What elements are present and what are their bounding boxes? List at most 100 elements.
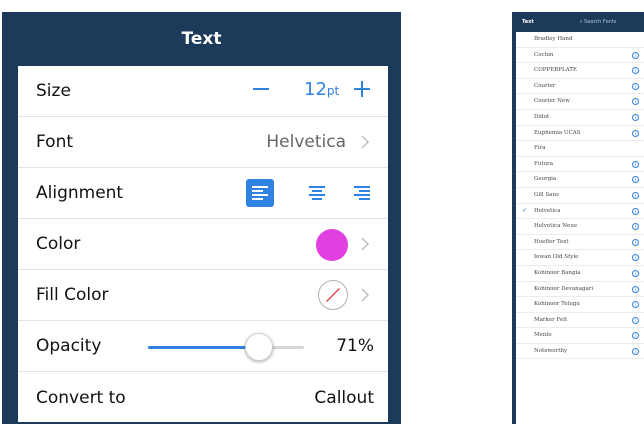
- font-name: Cochin: [534, 51, 554, 58]
- convert-to-value: Callout: [314, 387, 374, 408]
- font-list-item[interactable]: Kohinoor Telugu i: [516, 297, 644, 313]
- font-list-item[interactable]: Helvetica Neue i: [516, 219, 644, 235]
- no-fill-swatch-icon: [318, 280, 348, 310]
- font-list-item[interactable]: Bradley Hand: [516, 32, 644, 48]
- font-name: Kohinoor Bangla: [534, 269, 581, 276]
- size-label: Size: [36, 81, 71, 101]
- alignment-row: Alignment: [18, 168, 388, 219]
- align-center-icon[interactable]: [303, 179, 331, 207]
- info-icon[interactable]: i: [632, 285, 639, 293]
- font-list-item[interactable]: ✓ Helvetica i: [516, 204, 644, 220]
- font-picker-title: Text: [522, 19, 534, 25]
- font-list-item[interactable]: Kohinoor Bangla i: [516, 266, 644, 282]
- chevron-right-icon: [361, 237, 370, 251]
- font-name: Courier: [534, 82, 556, 89]
- font-list-item[interactable]: Cochin i: [516, 48, 644, 64]
- opacity-slider[interactable]: [148, 333, 304, 361]
- panel-header: Text: [2, 12, 401, 66]
- font-name: Kohinoor Telugu: [534, 301, 580, 308]
- font-list-item[interactable]: Gill Sans i: [516, 188, 644, 204]
- font-list-item[interactable]: Menlo i: [516, 328, 644, 344]
- font-list-item[interactable]: Georgia i: [516, 172, 644, 188]
- info-icon[interactable]: i: [632, 223, 639, 231]
- info-icon[interactable]: i: [632, 254, 639, 262]
- search-fonts-input[interactable]: ⌕ Search Fonts: [580, 19, 617, 25]
- font-list: Bradley Hand Cochin i COPPERPLATE i Courier i C…: [516, 32, 644, 424]
- font-name: Fira: [534, 145, 546, 152]
- font-list-item[interactable]: COPPERPLATE i: [516, 63, 644, 79]
- info-icon[interactable]: i: [632, 269, 639, 277]
- font-name: Didot: [534, 113, 550, 120]
- info-icon[interactable]: i: [632, 301, 639, 309]
- font-name: Georgia: [534, 176, 557, 183]
- font-name: Iowan Old Style: [534, 254, 579, 261]
- align-left-icon[interactable]: [246, 179, 274, 207]
- font-name: Noteworthy: [534, 347, 568, 354]
- alignment-label: Alignment: [36, 183, 124, 203]
- font-name: Hoefler Text: [534, 238, 569, 245]
- convert-to-row[interactable]: Convert to Callout: [18, 372, 388, 423]
- info-icon[interactable]: i: [632, 82, 639, 90]
- font-picker-panel: Text ⌕ Search Fonts Bradley Hand Cochin i C…: [512, 12, 644, 424]
- font-name: Marker Felt: [534, 316, 568, 323]
- font-name: Gill Sans: [534, 191, 559, 198]
- font-list-item[interactable]: Euphemia UCAS i: [516, 126, 644, 142]
- font-name: Futura: [534, 160, 554, 167]
- font-name: Euphemia UCAS: [534, 129, 581, 136]
- opacity-slider-fill: [148, 346, 259, 349]
- font-list-item[interactable]: Fira: [516, 141, 644, 157]
- size-unit: pt: [326, 84, 340, 98]
- font-name: Menlo: [534, 332, 552, 339]
- info-icon[interactable]: i: [632, 129, 639, 137]
- info-icon[interactable]: i: [632, 67, 639, 75]
- info-icon[interactable]: i: [632, 347, 639, 355]
- font-list-item[interactable]: Iowan Old Style i: [516, 250, 644, 266]
- increase-size-button[interactable]: [351, 78, 373, 100]
- font-picker-header: Text ⌕ Search Fonts: [512, 12, 644, 32]
- info-icon[interactable]: i: [632, 316, 639, 324]
- fill-color-row[interactable]: Fill Color: [18, 270, 388, 321]
- color-swatch: [316, 229, 348, 261]
- align-right-icon[interactable]: [348, 179, 376, 207]
- font-list-item[interactable]: Marker Felt i: [516, 313, 644, 329]
- font-name: Helvetica Neue: [534, 223, 578, 230]
- font-name: Courier New: [534, 98, 570, 105]
- checkmark-icon: ✓: [522, 207, 528, 214]
- chevron-right-icon: [361, 288, 370, 302]
- size-row: Size 12pt: [18, 66, 388, 117]
- opacity-value: 71%: [336, 336, 374, 356]
- settings-list: Size 12pt Font Helvetica Alignment Color…: [18, 66, 388, 422]
- font-list-item[interactable]: Noteworthy i: [516, 344, 644, 360]
- opacity-slider-thumb[interactable]: [244, 333, 273, 361]
- font-list-item[interactable]: Courier New i: [516, 94, 644, 110]
- info-icon[interactable]: i: [632, 207, 639, 215]
- font-label: Font: [36, 132, 74, 152]
- fill-color-label: Fill Color: [36, 285, 109, 305]
- info-icon[interactable]: i: [632, 176, 639, 184]
- info-icon[interactable]: i: [632, 332, 639, 340]
- font-row[interactable]: Font Helvetica: [18, 117, 388, 168]
- font-list-item[interactable]: Futura i: [516, 157, 644, 173]
- font-name: Helvetica: [534, 207, 561, 214]
- opacity-row: Opacity 71%: [18, 321, 388, 372]
- opacity-label: Opacity: [36, 336, 102, 356]
- info-icon[interactable]: i: [632, 51, 639, 59]
- panel-title: Text: [181, 29, 222, 49]
- text-settings-panel: Text Size 12pt Font Helvetica Alignment: [2, 12, 401, 424]
- decrease-size-button[interactable]: [250, 78, 272, 100]
- font-list-item[interactable]: Hoefler Text i: [516, 235, 644, 251]
- info-icon[interactable]: i: [632, 191, 639, 199]
- convert-to-label: Convert to: [36, 387, 126, 408]
- info-icon[interactable]: i: [632, 98, 639, 106]
- font-list-item[interactable]: Courier i: [516, 79, 644, 95]
- color-row[interactable]: Color: [18, 219, 388, 270]
- info-icon[interactable]: i: [632, 238, 639, 246]
- font-name: Kohinoor Devanagari: [534, 285, 594, 292]
- font-name: Bradley Hand: [534, 36, 573, 42]
- info-icon[interactable]: i: [632, 113, 639, 121]
- font-name: COPPERPLATE: [534, 67, 577, 74]
- info-icon[interactable]: i: [632, 160, 639, 168]
- size-value: 12pt: [304, 79, 340, 100]
- font-list-item[interactable]: Didot i: [516, 110, 644, 126]
- font-list-item[interactable]: Kohinoor Devanagari i: [516, 282, 644, 298]
